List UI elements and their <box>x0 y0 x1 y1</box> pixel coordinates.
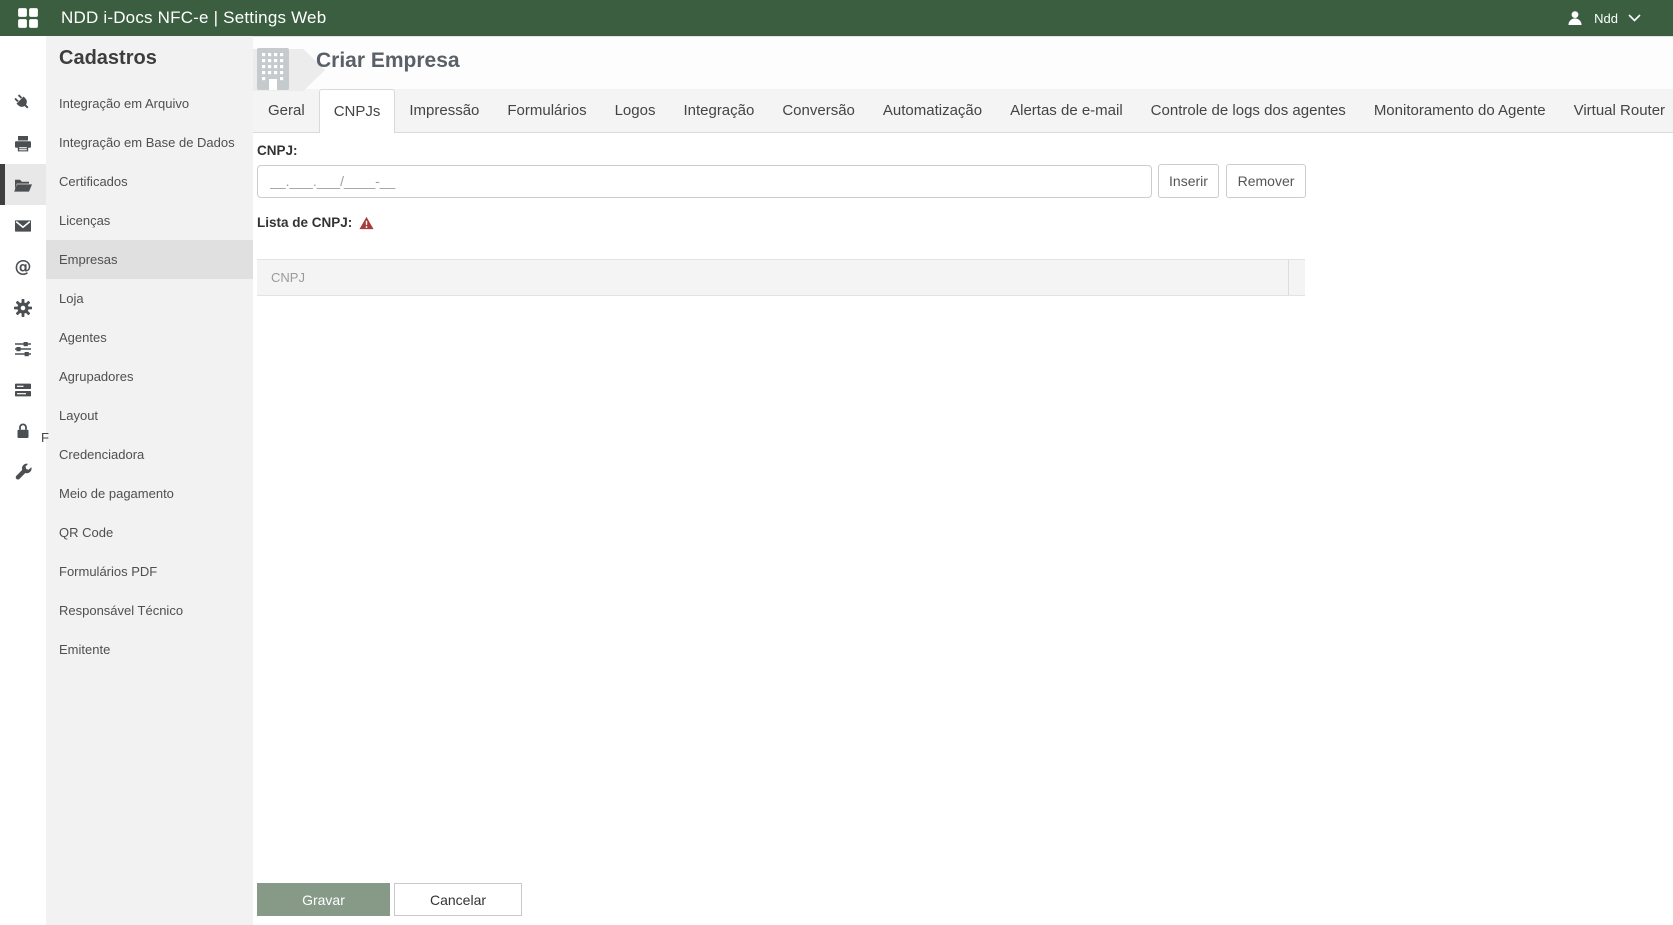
rail-item-security[interactable] <box>0 410 46 451</box>
rail-item-integration[interactable] <box>0 82 46 123</box>
at-sign-icon: @ <box>15 257 32 277</box>
sidebar-item-integracao-base-dados[interactable]: Integração em Base de Dados <box>46 123 253 162</box>
rail-item-tools[interactable] <box>0 451 46 492</box>
sidebar-item-qr-code[interactable]: QR Code <box>46 513 253 552</box>
tab-integracao[interactable]: Integração <box>669 89 768 132</box>
grid-column-cnpj[interactable]: CNPJ <box>257 260 1288 295</box>
tab-content-cnpjs: CNPJ: Inserir Remover Lista de CNPJ: CNP… <box>253 133 1673 925</box>
cnpj-input-row: Inserir Remover <box>257 164 1673 198</box>
sidebar-cadastros: Cadastros Integração em Arquivo Integraç… <box>46 36 253 925</box>
sliders-icon <box>15 341 31 356</box>
cnpj-list-label-row: Lista de CNPJ: <box>257 215 1673 230</box>
tab-cnpjs[interactable]: CNPJs <box>318 89 396 133</box>
app-title: NDD i-Docs NFC-e | Settings Web <box>61 8 327 27</box>
cnpj-grid-header: CNPJ <box>257 259 1305 296</box>
page-header: Criar Empresa <box>253 36 1673 91</box>
folder-open-icon <box>14 179 32 192</box>
cnpj-input[interactable] <box>257 164 1152 198</box>
cnpj-grid: CNPJ <box>257 259 1305 296</box>
save-button[interactable]: Gravar <box>257 883 390 916</box>
warning-icon <box>359 216 374 229</box>
icon-rail: @ <box>0 36 46 925</box>
tab-logos[interactable]: Logos <box>601 89 670 132</box>
cnpj-field-label: CNPJ: <box>257 143 298 158</box>
sidebar-item-agrupadores[interactable]: Agrupadores <box>46 357 253 396</box>
rail-item-services[interactable] <box>0 369 46 410</box>
envelope-icon <box>15 219 31 232</box>
tab-virtual-router[interactable]: Virtual Router <box>1560 89 1673 132</box>
sidebar-item-credenciadora[interactable]: Credenciadora <box>46 435 253 474</box>
user-name: Ndd <box>1594 10 1618 26</box>
insert-button[interactable]: Inserir <box>1158 164 1219 198</box>
cnpj-list-label: Lista de CNPJ: <box>257 215 353 230</box>
tab-automatizacao[interactable]: Automatização <box>869 89 996 132</box>
page-title: Criar Empresa <box>316 49 460 72</box>
app-shell: @ F Cadastros Integração em Arquivo Inte… <box>0 36 1673 925</box>
plug-icon <box>14 93 29 109</box>
building-icon <box>257 48 289 90</box>
sidebar-item-loja[interactable]: Loja <box>46 279 253 318</box>
sidebar-item-meio-de-pagamento[interactable]: Meio de pagamento <box>46 474 253 513</box>
sidebar-item-empresas[interactable]: Empresas <box>46 240 253 279</box>
sidebar-heading: Cadastros <box>59 47 157 69</box>
grid-scrollbar-gutter <box>1288 260 1305 295</box>
rail-item-parameters[interactable] <box>0 328 46 369</box>
main-panel: Criar Empresa Geral CNPJs Impressão Form… <box>253 36 1673 925</box>
lock-icon <box>17 423 29 438</box>
tab-geral[interactable]: Geral <box>254 89 319 132</box>
server-icon <box>15 383 31 396</box>
tab-monitoramento-agente[interactable]: Monitoramento do Agente <box>1360 89 1560 132</box>
tab-formularios[interactable]: Formulários <box>493 89 600 132</box>
gear-icon <box>14 298 32 317</box>
rail-item-cadastros[interactable] <box>0 164 46 205</box>
sidebar-item-layout[interactable]: Layout <box>46 396 253 435</box>
user-icon <box>1568 11 1582 25</box>
sidebar-item-formularios-pdf[interactable]: Formulários PDF <box>46 552 253 591</box>
sidebar-item-agentes[interactable]: Agentes <box>46 318 253 357</box>
tab-alertas-email[interactable]: Alertas de e-mail <box>996 89 1137 132</box>
chevron-down-icon <box>1628 14 1641 22</box>
svg-text:@: @ <box>15 257 32 277</box>
sidebar-item-licencas[interactable]: Licenças <box>46 201 253 240</box>
sidebar-item-emitente[interactable]: Emitente <box>46 630 253 669</box>
clipped-rail-tooltip: F <box>41 430 49 445</box>
top-bar: NDD i-Docs NFC-e | Settings Web Ndd <box>0 0 1673 36</box>
rail-item-mail[interactable] <box>0 205 46 246</box>
cancel-button[interactable]: Cancelar <box>394 883 522 916</box>
remove-button[interactable]: Remover <box>1226 164 1306 198</box>
rail-item-email-config[interactable]: @ <box>0 246 46 287</box>
tab-strip: Geral CNPJs Impressão Formulários Logos … <box>253 89 1673 133</box>
apps-grid-icon[interactable] <box>17 7 39 29</box>
wrench-icon <box>15 463 32 479</box>
tab-impressao[interactable]: Impressão <box>395 89 493 132</box>
sidebar-item-responsavel-tecnico[interactable]: Responsável Técnico <box>46 591 253 630</box>
rail-item-printing[interactable] <box>0 123 46 164</box>
form-actions: Gravar Cancelar <box>257 883 1673 916</box>
printer-icon <box>15 135 31 151</box>
rail-item-settings[interactable] <box>0 287 46 328</box>
tab-controle-logs-agentes[interactable]: Controle de logs dos agentes <box>1137 89 1360 132</box>
user-menu[interactable]: Ndd <box>1566 9 1641 27</box>
sidebar-item-certificados[interactable]: Certificados <box>46 162 253 201</box>
tab-conversao[interactable]: Conversão <box>768 89 869 132</box>
sidebar-item-integracao-arquivo[interactable]: Integração em Arquivo <box>46 84 253 123</box>
